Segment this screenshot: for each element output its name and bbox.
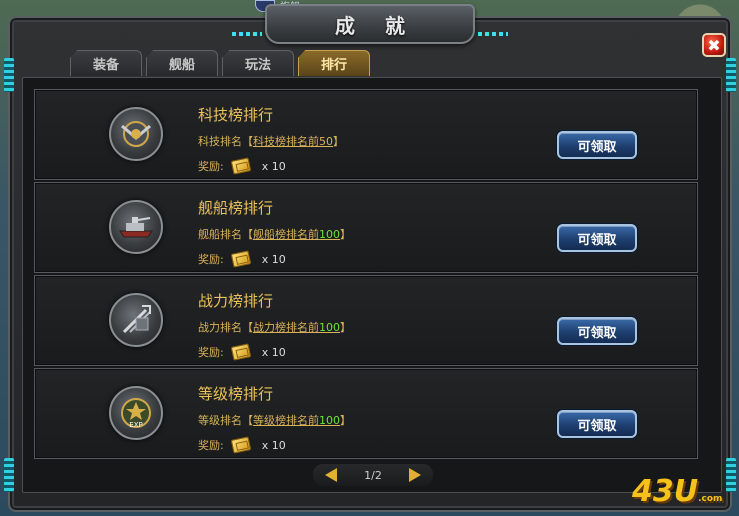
row-rank: 舰船排名【舰船榜排名前100】 xyxy=(198,228,351,241)
tab-ranking[interactable]: 排行 xyxy=(298,50,370,76)
row-title: 等级榜排行 xyxy=(198,385,274,403)
pagination: 1/2 xyxy=(313,464,433,486)
list-item: EXP 等级榜排行 等级排名【等级榜排名前100】 奖励: x 10 可领取 xyxy=(34,368,698,459)
rank-link-num: 100 xyxy=(319,321,340,334)
crossed-tridents-icon xyxy=(109,293,163,347)
rank-link-text: 等级榜排名前 xyxy=(253,414,319,427)
frame-light-left-bottom xyxy=(4,458,14,492)
ticket-icon xyxy=(230,436,251,454)
ticket-icon xyxy=(230,250,251,268)
reward-qty: x 10 xyxy=(261,438,286,452)
watermark-main: 43U xyxy=(632,474,699,509)
page-indicator: 1/2 xyxy=(364,468,382,482)
row-reward: 奖励: x 10 xyxy=(198,250,286,268)
rank-link[interactable]: 战力榜排名前100 xyxy=(253,321,340,334)
rank-label: 等级排名 xyxy=(198,414,242,427)
tab-equipment[interactable]: 装备 xyxy=(70,50,142,76)
ticket-icon xyxy=(230,343,251,361)
reward-label: 奖励: xyxy=(198,253,224,266)
rank-link[interactable]: 科技榜排名前50 xyxy=(253,135,333,148)
row-reward: 奖励: x 10 xyxy=(198,436,286,454)
rank-label: 舰船排名 xyxy=(198,228,242,241)
claim-button[interactable]: 可领取 xyxy=(557,410,637,438)
frame-light-right-top xyxy=(726,58,736,92)
rank-label: 科技排名 xyxy=(198,135,242,148)
claim-button[interactable]: 可领取 xyxy=(557,317,637,345)
window-title: 成就 xyxy=(335,13,435,38)
warship-icon xyxy=(109,200,163,254)
close-icon: ✖ xyxy=(707,35,721,55)
reward-label: 奖励: xyxy=(198,160,224,173)
row-title: 科技榜排行 xyxy=(198,106,274,124)
reward-qty: x 10 xyxy=(261,159,286,173)
tab-bar: 装备 舰船 玩法 排行 xyxy=(70,50,370,76)
row-title: 舰船榜排行 xyxy=(198,199,274,217)
claim-button[interactable]: 可领取 xyxy=(557,131,637,159)
list-item: 战力榜排行 战力排名【战力榜排名前100】 奖励: x 10 可领取 xyxy=(34,275,698,366)
watermark-suffix: .com xyxy=(698,494,723,504)
exp-medal-icon: EXP xyxy=(109,386,163,440)
row-rank: 战力排名【战力榜排名前100】 xyxy=(198,321,351,334)
frame-light-left-top xyxy=(4,58,14,92)
rank-label: 战力排名 xyxy=(198,321,242,334)
reward-label: 奖励: xyxy=(198,439,224,452)
rank-link-num: 50 xyxy=(319,135,333,148)
list-item: 科技榜排行 科技排名【科技榜排名前50】 奖励: x 10 可领取 xyxy=(34,89,698,180)
list-item: 舰船榜排行 舰船排名【舰船榜排名前100】 奖励: x 10 可领取 xyxy=(34,182,698,273)
tech-medal-icon xyxy=(109,107,163,161)
rank-link-num: 100 xyxy=(319,228,340,241)
frame-light-right-bottom xyxy=(726,458,736,492)
row-rank: 科技排名【科技榜排名前50】 xyxy=(198,135,344,148)
ranking-list: 科技榜排行 科技排名【科技榜排名前50】 奖励: x 10 可领取 舰船榜排行 … xyxy=(34,89,698,461)
tab-ships[interactable]: 舰船 xyxy=(146,50,218,76)
site-watermark-logo: 43U.com xyxy=(632,474,722,509)
title-plate: 成就 xyxy=(265,4,475,44)
reward-label: 奖励: xyxy=(198,346,224,359)
claim-button[interactable]: 可领取 xyxy=(557,224,637,252)
close-button[interactable]: ✖ xyxy=(702,33,726,57)
title-dash-right xyxy=(478,32,508,36)
row-title: 战力榜排行 xyxy=(198,292,274,310)
rank-link-text: 舰船榜排名前 xyxy=(253,228,319,241)
tab-gameplay[interactable]: 玩法 xyxy=(222,50,294,76)
rank-link[interactable]: 等级榜排名前100 xyxy=(253,414,340,427)
reward-qty: x 10 xyxy=(261,345,286,359)
rank-link[interactable]: 舰船榜排名前100 xyxy=(253,228,340,241)
row-reward: 奖励: x 10 xyxy=(198,343,286,361)
rank-link-num: 100 xyxy=(319,414,340,427)
reward-qty: x 10 xyxy=(261,252,286,266)
prev-page-icon[interactable] xyxy=(325,468,337,482)
rank-link-text: 科技榜排名前 xyxy=(253,135,319,148)
row-rank: 等级排名【等级榜排名前100】 xyxy=(198,414,351,427)
next-page-icon[interactable] xyxy=(408,468,421,482)
title-dash-left xyxy=(232,32,262,36)
svg-text:EXP: EXP xyxy=(129,421,142,429)
row-reward: 奖励: x 10 xyxy=(198,157,286,175)
rank-link-text: 战力榜排名前 xyxy=(253,321,319,334)
ticket-icon xyxy=(230,157,251,175)
